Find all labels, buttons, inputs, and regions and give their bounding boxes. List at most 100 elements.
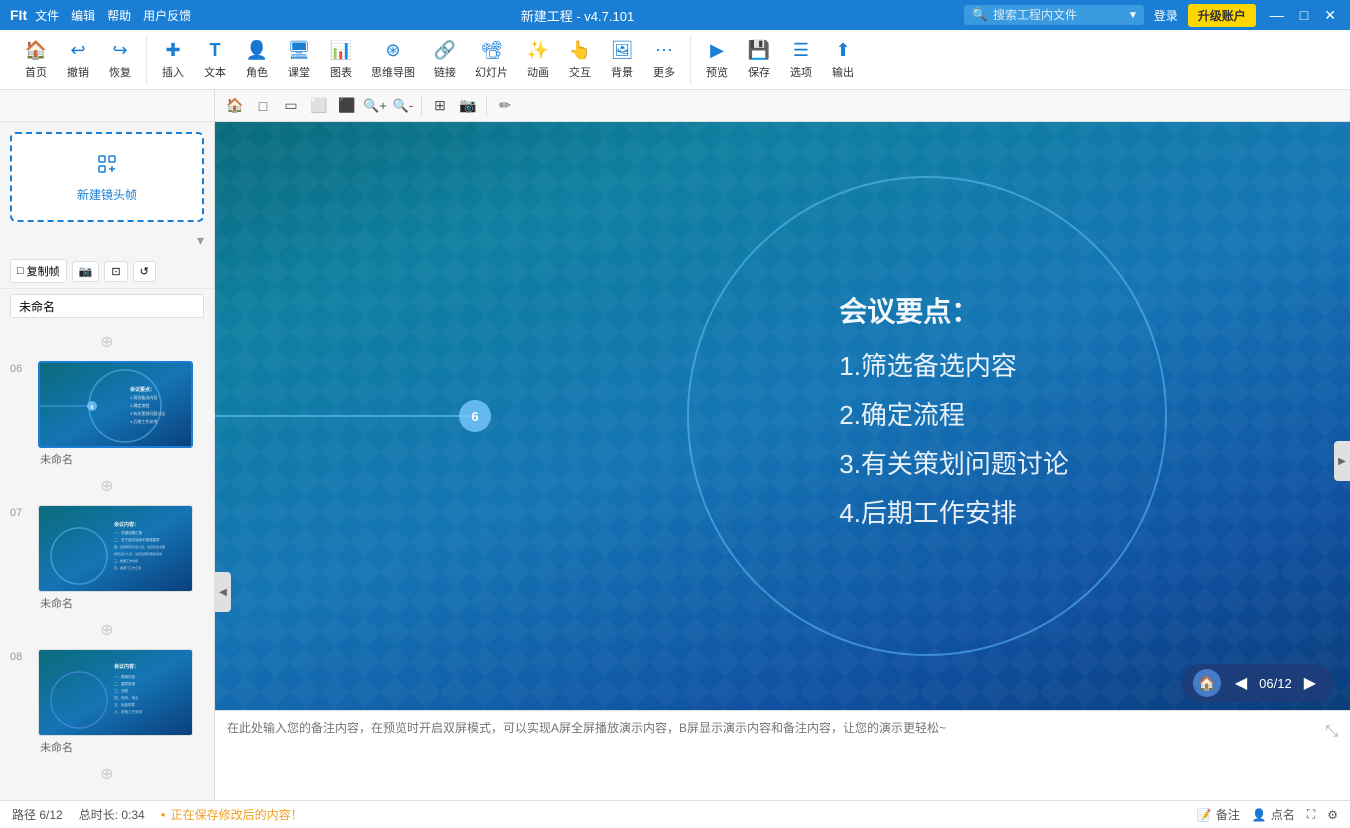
right-expand-btn[interactable]: ▶ xyxy=(1334,441,1350,481)
anim-icon: ✨ xyxy=(527,40,549,61)
zoom-out-btn[interactable]: 🔍- xyxy=(391,94,415,118)
slide-prev-btn[interactable]: ◀ xyxy=(1229,673,1253,693)
slide-path: 路径 6/12 xyxy=(12,806,63,823)
divider2 xyxy=(486,96,487,116)
toolbar-undo[interactable]: ↩ 撤销 xyxy=(58,35,98,85)
select-btn[interactable]: ⊡ xyxy=(104,261,127,282)
status-bar: 路径 6/12 总时长: 0:34 正在保存修改后的内容！ 📝 备注 👤 点名 … xyxy=(0,800,1350,828)
class-label: 课堂 xyxy=(288,64,310,80)
frame-name-input[interactable] xyxy=(10,294,204,318)
separator-icon-mid1[interactable]: ⊕ xyxy=(100,476,113,496)
toolbar-text[interactable]: T 文本 xyxy=(195,35,235,85)
zoom-in-btn[interactable]: 🔍+ xyxy=(363,94,387,118)
settings-status-btn[interactable]: ⚙ xyxy=(1327,808,1338,822)
slide-separator-mid2: ⊕ xyxy=(0,616,214,644)
camera-btn[interactable]: 📷 xyxy=(456,94,480,118)
slide-main-title: 会议要点： xyxy=(839,290,1069,330)
svg-text:一、提案内容: 一、提案内容 xyxy=(114,674,135,679)
sel-icon: ⊡ xyxy=(111,265,120,278)
menu-edit[interactable]: 编辑 xyxy=(71,7,95,24)
chart-label: 图表 xyxy=(330,64,352,80)
screenshot-btn[interactable]: 📷 xyxy=(72,261,100,282)
toolbar-options[interactable]: ☰ 选项 xyxy=(781,35,821,85)
new-frame-button[interactable]: 新建镜头帧 xyxy=(10,132,204,222)
slide-thumb-07[interactable]: 会议内容： 一、关键议题汇报 二、关于此次活动中邀请嘉宾 需、包含所有与会人员，… xyxy=(38,505,193,592)
shape-rect2-btn[interactable]: ▭ xyxy=(279,94,303,118)
separator-icon-mid2[interactable]: ⊕ xyxy=(100,620,113,640)
toolbar-insert[interactable]: ✚ 插入 xyxy=(153,35,193,85)
window-controls: — □ ✕ xyxy=(1266,7,1340,24)
notes-btn[interactable]: 📝 备注 xyxy=(1197,806,1240,823)
close-button[interactable]: ✕ xyxy=(1320,7,1340,24)
copy-icon: □ xyxy=(17,265,24,277)
svg-text:一、关键议题汇报: 一、关键议题汇报 xyxy=(114,530,142,535)
toolbar-preview[interactable]: ▶ 预览 xyxy=(697,35,737,85)
insert-label: 插入 xyxy=(162,64,184,80)
separator-icon[interactable]: ⊕ xyxy=(100,332,113,352)
export-label: 输出 xyxy=(832,64,854,80)
toolbar-export[interactable]: ⬆ 输出 xyxy=(823,35,863,85)
home-label: 首页 xyxy=(25,64,47,80)
search-input[interactable] xyxy=(993,8,1123,22)
separator-icon-bot[interactable]: ⊕ xyxy=(100,764,113,784)
pen-btn[interactable]: ✏ xyxy=(493,94,517,118)
slide-separator-top: ⊕ xyxy=(0,328,214,356)
anim-label: 动画 xyxy=(527,64,549,80)
toolbar-role[interactable]: 👤 角色 xyxy=(237,35,277,85)
upgrade-button[interactable]: 升级账户 xyxy=(1188,4,1256,27)
restore-button[interactable]: □ xyxy=(1296,7,1312,24)
slide-name-07: 未命名 xyxy=(38,595,204,611)
toolbar-anim[interactable]: ✨ 动画 xyxy=(518,35,558,85)
shape-home-btn[interactable]: 🏠 xyxy=(223,94,247,118)
svg-text:2.确定流程: 2.确定流程 xyxy=(130,402,149,408)
toolbar-redo[interactable]: ↪ 恢复 xyxy=(100,35,140,85)
options-icon: ☰ xyxy=(793,40,809,61)
slide-08-wrap: 会议内容： 一、提案内容 二、嘉宾邀请 三、流程 四、时间、地点 五、经费预算 … xyxy=(38,649,204,755)
toolbar-more[interactable]: ⋯ 更多 xyxy=(644,35,684,85)
slide-item-08[interactable]: 08 xyxy=(0,644,214,760)
chart-icon: 📊 xyxy=(330,40,352,61)
notes-input[interactable] xyxy=(227,719,1317,779)
toolbar-class[interactable]: 🖥 课堂 xyxy=(279,35,319,85)
menu-feedback[interactable]: 用户反馈 xyxy=(143,7,191,24)
search-bar[interactable]: 🔍 ▼ xyxy=(964,5,1144,25)
slide-next-btn[interactable]: ▶ xyxy=(1298,673,1322,693)
search-dropdown-icon[interactable]: ▼ xyxy=(1128,10,1138,21)
title-bar-right: 🔍 ▼ 登录 升级账户 — □ ✕ xyxy=(964,4,1340,27)
history-btn[interactable]: ↺ xyxy=(133,261,156,282)
copy-frame-button[interactable]: □ 复制帧 xyxy=(10,259,67,283)
role-label: 角色 xyxy=(246,64,268,80)
grid-btn[interactable]: ⊞ xyxy=(428,94,452,118)
toolbar-bg[interactable]: 🖼 背景 xyxy=(602,35,642,85)
slide-nav-page: 06/12 xyxy=(1253,676,1298,691)
minimize-button[interactable]: — xyxy=(1266,7,1288,24)
shape-rounded-btn[interactable]: ⬜ xyxy=(307,94,331,118)
slide-thumb-06[interactable]: 6 会议要点： 1.筛选备选内容 2.确定流程 3.有关策划问题讨论 4.后期工… xyxy=(38,361,193,448)
insert-group: ✚ 插入 T 文本 👤 角色 🖥 课堂 📊 图表 ⊛ 思维导图 🔗 链接 📽 xyxy=(147,35,691,85)
bullet-2: 2.确定流程 xyxy=(839,395,1069,432)
point-btn[interactable]: 👤 点名 xyxy=(1252,806,1295,823)
slide-thumb-08[interactable]: 会议内容： 一、提案内容 二、嘉宾邀请 三、流程 四、时间、地点 五、经费预算 … xyxy=(38,649,193,736)
slide-item-06[interactable]: 06 xyxy=(0,356,214,472)
toolbar-interact[interactable]: 👆 交互 xyxy=(560,35,600,85)
toolbar-save[interactable]: 💾 保存 xyxy=(739,35,779,85)
fullscreen-btn[interactable]: ⛶ xyxy=(1307,807,1315,822)
shape-rect-btn[interactable]: □ xyxy=(251,94,275,118)
toolbar-slide[interactable]: 📽 幻灯片 xyxy=(467,35,516,85)
shape-shadow-btn[interactable]: ⬛ xyxy=(335,94,359,118)
export-icon: ⬆ xyxy=(835,40,850,61)
toolbar-mindmap[interactable]: ⊛ 思维导图 xyxy=(363,35,423,85)
slide-home-nav-btn[interactable]: 🏠 xyxy=(1193,669,1221,697)
notes-expand-btn[interactable]: ⤡ xyxy=(1325,723,1338,741)
menu-file[interactable]: 文件 xyxy=(35,7,59,24)
slide-item-07[interactable]: 07 xyxy=(0,500,214,616)
toolbar-home[interactable]: 🏠 首页 xyxy=(16,35,56,85)
toolbar-chart[interactable]: 📊 图表 xyxy=(321,35,361,85)
sidebar-collapse-btn[interactable]: ◀ xyxy=(215,572,231,612)
svg-text:六、其他工作安排: 六、其他工作安排 xyxy=(114,709,142,714)
preview-label: 预览 xyxy=(706,64,728,80)
toolbar-link[interactable]: 🔗 链接 xyxy=(425,35,465,85)
login-button[interactable]: 登录 xyxy=(1154,7,1178,24)
expand-icon[interactable]: ▾ xyxy=(197,232,204,249)
menu-help[interactable]: 帮助 xyxy=(107,7,131,24)
